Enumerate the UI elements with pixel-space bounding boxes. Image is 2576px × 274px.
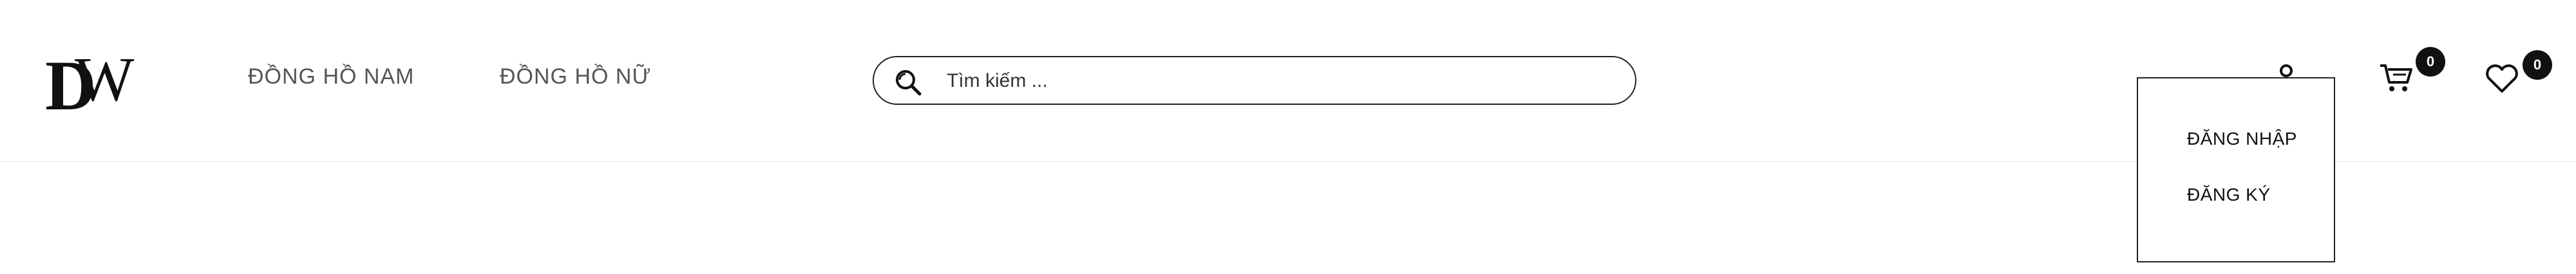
search-icon[interactable] <box>893 68 923 97</box>
wishlist-count-badge: 0 <box>2523 50 2552 80</box>
nav-item-dong-ho-nam[interactable]: ĐỒNG HỒ NAM <box>248 64 414 89</box>
nav-item-dong-ho-nu[interactable]: ĐỒNG HỒ NỮ <box>500 64 651 89</box>
heart-icon[interactable] <box>2485 63 2519 94</box>
cart-icon[interactable] <box>2379 62 2414 94</box>
brand-logo[interactable]: D W <box>45 50 143 117</box>
svg-text:W: W <box>75 50 135 114</box>
cart-count-badge: 0 <box>2416 47 2445 77</box>
login-link[interactable]: ĐĂNG NHẬP <box>2187 129 2297 149</box>
register-link[interactable]: ĐĂNG KÝ <box>2187 185 2271 205</box>
search-bar <box>873 56 1636 105</box>
account-dropdown: ĐĂNG NHẬP ĐĂNG KÝ <box>2137 77 2335 262</box>
search-input[interactable] <box>947 68 1591 95</box>
